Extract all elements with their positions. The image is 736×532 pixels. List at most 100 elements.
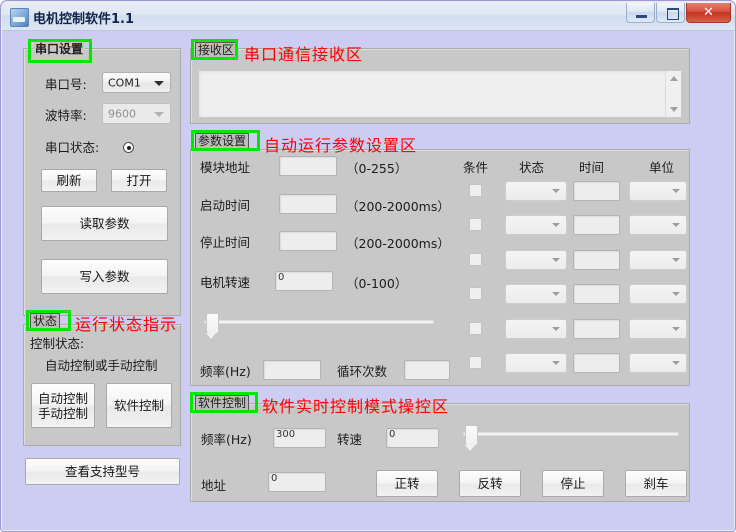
baud-combobox[interactable]: 9600 bbox=[102, 103, 171, 124]
close-icon: ✕ bbox=[703, 5, 714, 20]
status-panel-title: 状态 bbox=[30, 313, 61, 329]
unit-combobox[interactable] bbox=[629, 215, 687, 235]
condition-checkbox[interactable] bbox=[469, 184, 482, 197]
slider-track bbox=[204, 320, 434, 324]
chevron-down-icon bbox=[552, 223, 560, 227]
state-combobox[interactable] bbox=[505, 284, 567, 304]
stop-button[interactable]: 停止 bbox=[542, 470, 604, 497]
port-value: COM1 bbox=[108, 76, 141, 89]
maximize-icon bbox=[667, 8, 679, 20]
window-controls: ✕ bbox=[626, 3, 731, 23]
forward-button[interactable]: 正转 bbox=[376, 470, 438, 497]
scroll-down-icon[interactable] bbox=[669, 107, 678, 112]
start-time-range: （200-2000ms） bbox=[346, 199, 450, 214]
port-label: 串口号: bbox=[45, 77, 87, 92]
state-combobox[interactable] bbox=[505, 250, 567, 270]
motor-speed-slider[interactable] bbox=[204, 313, 434, 339]
chevron-down-icon bbox=[154, 111, 164, 117]
chevron-down-icon bbox=[672, 258, 680, 262]
param-frequency-input[interactable] bbox=[263, 360, 321, 380]
loop-count-input[interactable] bbox=[404, 360, 450, 380]
unit-combobox[interactable] bbox=[629, 284, 687, 304]
chevron-down-icon bbox=[672, 189, 680, 193]
chevron-down-icon bbox=[154, 80, 164, 86]
software-control-panel bbox=[190, 403, 690, 502]
software-control-annotation: 软件实时控制模式操控区 bbox=[262, 397, 450, 416]
condition-checkbox[interactable] bbox=[469, 287, 482, 300]
time-input[interactable] bbox=[573, 353, 620, 373]
app-window: 电机控制软件1.1 ✕ 串口设置 串口号: COM1 波特率: 9600 串口状… bbox=[0, 0, 736, 532]
module-address-input[interactable] bbox=[279, 156, 337, 176]
state-combobox[interactable] bbox=[505, 319, 567, 339]
maximize-button[interactable] bbox=[656, 3, 685, 23]
write-params-button[interactable]: 写入参数 bbox=[41, 259, 168, 294]
sw-speed-input[interactable]: 0 bbox=[386, 428, 439, 448]
sw-frequency-input[interactable]: 300 bbox=[273, 428, 326, 448]
serial-status-indicator bbox=[123, 142, 134, 153]
parameter-annotation: 自动运行参数设置区 bbox=[264, 136, 418, 155]
module-address-label: 模块地址 bbox=[200, 160, 251, 175]
state-combobox[interactable] bbox=[505, 353, 567, 373]
module-address-range: （0-255） bbox=[346, 161, 408, 176]
slider-thumb[interactable] bbox=[465, 425, 478, 451]
control-state-label: 控制状态: bbox=[30, 336, 85, 351]
condition-checkbox[interactable] bbox=[469, 218, 482, 231]
unit-combobox[interactable] bbox=[629, 319, 687, 339]
stop-time-input[interactable] bbox=[279, 231, 337, 251]
sw-address-label: 地址 bbox=[201, 478, 227, 493]
brake-button[interactable]: 刹车 bbox=[625, 470, 687, 497]
time-input[interactable] bbox=[573, 215, 620, 235]
minimize-icon bbox=[636, 15, 647, 18]
sw-frequency-label: 频率(Hz) bbox=[201, 432, 252, 447]
slider-track bbox=[463, 432, 679, 436]
column-header-state: 状态 bbox=[519, 160, 545, 175]
time-input[interactable] bbox=[573, 250, 620, 270]
motor-speed-range: （0-100） bbox=[346, 276, 408, 291]
chevron-down-icon bbox=[672, 327, 680, 331]
chevron-down-icon bbox=[552, 189, 560, 193]
port-combobox[interactable]: COM1 bbox=[102, 72, 171, 93]
start-time-label: 启动时间 bbox=[200, 198, 251, 213]
serial-status-label: 串口状态: bbox=[45, 140, 100, 155]
baud-value: 9600 bbox=[108, 107, 136, 120]
unit-combobox[interactable] bbox=[629, 181, 687, 201]
column-header-time: 时间 bbox=[579, 160, 605, 175]
chevron-down-icon bbox=[552, 361, 560, 365]
param-frequency-label: 频率(Hz) bbox=[200, 364, 251, 379]
auto-manual-control-button[interactable]: 自动控制 手动控制 bbox=[31, 383, 95, 428]
time-input[interactable] bbox=[573, 181, 620, 201]
state-combobox[interactable] bbox=[505, 181, 567, 201]
motor-speed-input[interactable]: 0 bbox=[275, 271, 333, 291]
condition-checkbox[interactable] bbox=[469, 322, 482, 335]
scroll-up-icon[interactable] bbox=[669, 76, 678, 81]
receive-annotation: 串口通信接收区 bbox=[244, 45, 364, 64]
window-title: 电机控制软件1.1 bbox=[33, 12, 135, 27]
close-button[interactable]: ✕ bbox=[686, 3, 731, 23]
unit-combobox[interactable] bbox=[629, 353, 687, 373]
sw-speed-label: 转速 bbox=[337, 432, 363, 447]
time-input[interactable] bbox=[573, 284, 620, 304]
condition-checkbox[interactable] bbox=[469, 356, 482, 369]
minimize-button[interactable] bbox=[626, 3, 655, 23]
open-port-button[interactable]: 打开 bbox=[111, 169, 167, 192]
unit-combobox[interactable] bbox=[629, 250, 687, 270]
column-header-unit: 单位 bbox=[649, 160, 675, 175]
control-state-value: 自动控制或手动控制 bbox=[45, 358, 158, 373]
reverse-button[interactable]: 反转 bbox=[459, 470, 521, 497]
sw-speed-slider[interactable] bbox=[463, 425, 679, 451]
view-supported-models-button[interactable]: 查看支持型号 bbox=[25, 458, 180, 485]
software-control-button[interactable]: 软件控制 bbox=[106, 383, 172, 428]
sw-address-input[interactable]: 0 bbox=[268, 472, 326, 492]
receive-textarea[interactable] bbox=[198, 70, 682, 118]
receive-scrollbar[interactable] bbox=[665, 71, 681, 117]
slider-thumb[interactable] bbox=[206, 313, 219, 339]
parameter-settings-title: 参数设置 bbox=[195, 133, 250, 149]
state-combobox[interactable] bbox=[505, 215, 567, 235]
read-params-button[interactable]: 读取参数 bbox=[41, 206, 168, 241]
condition-checkbox[interactable] bbox=[469, 253, 482, 266]
status-annotation: 运行状态指示 bbox=[75, 315, 178, 334]
time-input[interactable] bbox=[573, 319, 620, 339]
stop-time-label: 停止时间 bbox=[200, 235, 251, 250]
refresh-button[interactable]: 刷新 bbox=[41, 169, 97, 192]
start-time-input[interactable] bbox=[279, 194, 337, 214]
